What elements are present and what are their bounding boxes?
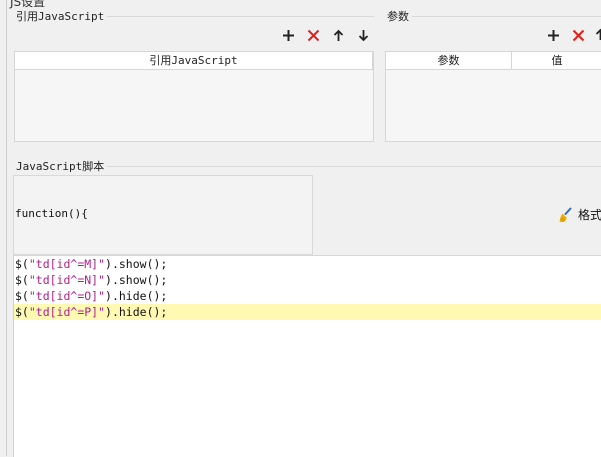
code-token: $( xyxy=(15,273,29,287)
code-line[interactable]: $("td[id^=N]").show(); xyxy=(14,272,601,288)
code-lines: $("td[id^=M]").show(); $("td[id^=N]").sho… xyxy=(14,256,601,320)
code-token: ).show(); xyxy=(105,257,168,271)
code-string: "td[id^=M]" xyxy=(28,257,106,271)
code-line[interactable]: $("td[id^=M]").show(); xyxy=(14,256,601,272)
left-border xyxy=(6,0,7,456)
add-param-button[interactable] xyxy=(543,25,563,45)
plus-icon xyxy=(547,29,559,41)
params-group-title: 参数 xyxy=(384,8,412,24)
broom-icon xyxy=(559,207,572,222)
move-up-button[interactable] xyxy=(328,25,348,45)
param-name-column-header[interactable]: 参数 xyxy=(386,52,512,69)
ref-js-column-header[interactable]: 引用JavaScript xyxy=(15,52,373,69)
code-token: $( xyxy=(15,305,29,319)
ref-js-group-title: 引用JavaScript xyxy=(13,8,108,24)
params-group-line xyxy=(387,16,601,17)
code-editor[interactable]: $("td[id^=M]").show(); $("td[id^=N]").sho… xyxy=(13,255,601,457)
code-string: "td[id^=N]" xyxy=(28,273,106,287)
format-button[interactable]: 格式 xyxy=(558,206,601,223)
code-token: ).hide(); xyxy=(105,305,168,319)
format-button-label: 格式 xyxy=(578,208,601,222)
code-string: "td[id^=P]" xyxy=(28,305,106,319)
arrow-up-icon xyxy=(595,28,601,40)
close-icon xyxy=(572,29,584,41)
param-value-column-header[interactable]: 值 xyxy=(512,52,601,69)
code-token: $( xyxy=(15,257,29,271)
delete-param-button[interactable] xyxy=(568,25,588,45)
code-line[interactable]: $("td[id^=O]").hide(); xyxy=(14,288,601,304)
more-toolbar-clipped xyxy=(594,25,601,45)
move-down-button[interactable] xyxy=(353,25,373,45)
plus-icon xyxy=(282,29,294,41)
function-header-label: function(){ xyxy=(15,207,88,220)
arrow-up-icon xyxy=(333,29,343,41)
add-ref-js-button[interactable] xyxy=(278,25,298,45)
params-table-header: 参数 值 xyxy=(386,52,601,70)
code-line[interactable]: $("td[id^=P]").hide(); xyxy=(14,304,601,320)
ref-js-table[interactable]: 引用JavaScript xyxy=(14,51,374,142)
code-token: ).show(); xyxy=(105,273,168,287)
close-icon xyxy=(307,29,319,41)
arrow-down-icon xyxy=(358,29,368,41)
code-token: ).hide(); xyxy=(105,289,168,303)
delete-ref-js-button[interactable] xyxy=(303,25,323,45)
params-table[interactable]: 参数 值 xyxy=(385,51,601,142)
code-token: $( xyxy=(15,289,29,303)
script-group-title: JavaScript脚本 xyxy=(13,158,108,174)
ref-js-table-header: 引用JavaScript xyxy=(15,52,373,70)
code-string: "td[id^=O]" xyxy=(28,289,106,303)
